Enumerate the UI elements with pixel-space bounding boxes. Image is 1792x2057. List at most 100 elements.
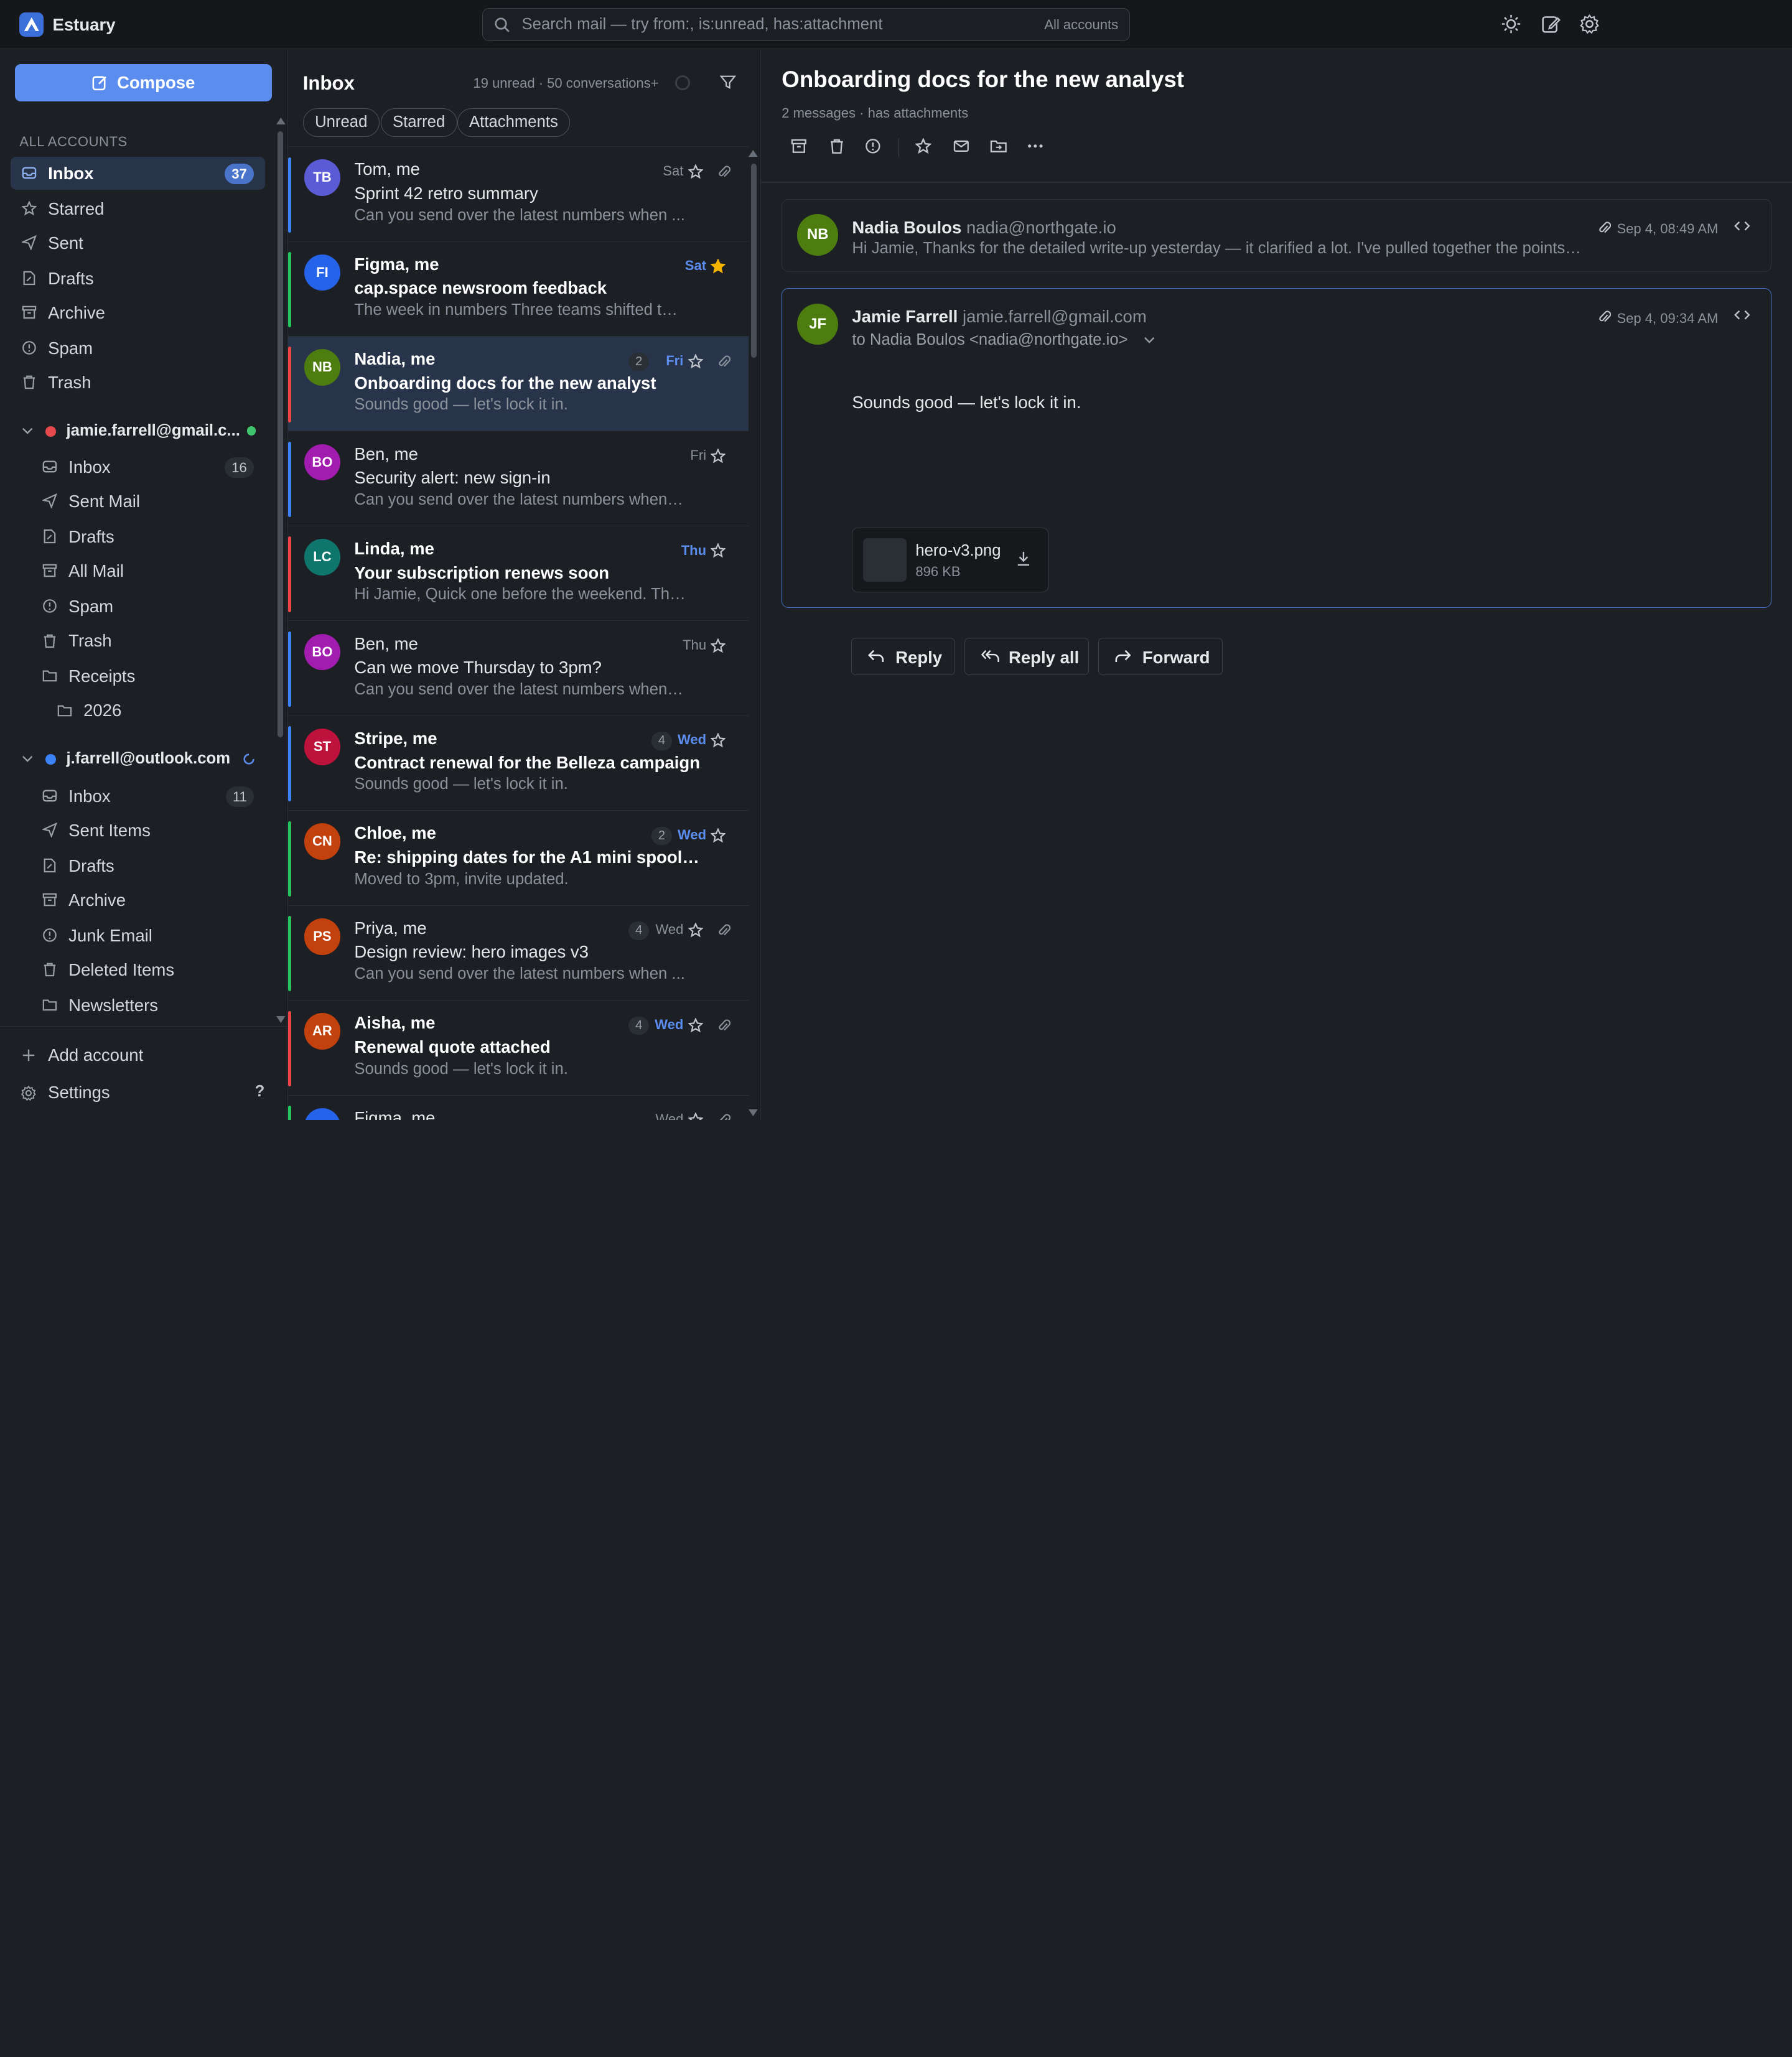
compose-button[interactable]: Compose [14, 63, 273, 102]
sidebar-item-outlook-junk[interactable]: Junk Email [11, 919, 266, 952]
filter-chip-unread[interactable]: Unread [302, 108, 380, 138]
inbox-icon [42, 790, 57, 802]
message-row[interactable]: TB Tom, me Sprint 42 retro summary Can you … [287, 147, 749, 242]
star-icon[interactable] [711, 733, 726, 748]
sidebar-item-label: Drafts [68, 856, 114, 875]
list-title: Inbox [302, 72, 355, 94]
message-row[interactable]: BO Ben, me Security alert: new sign-in Can … [287, 431, 749, 526]
attachment-name: hero-v3.png [915, 541, 1001, 559]
sidebar-item-outlook-drafts[interactable]: Drafts [11, 849, 266, 882]
list-counts: 19 unread · 50 conversations+ [473, 75, 659, 91]
sidebar-item-gmail-spam[interactable]: Spam [11, 590, 266, 623]
message-row[interactable]: BO Ben, me Can we move Thursday to 3pm? Can… [287, 621, 749, 716]
sidebar-item-gmail-receipts[interactable]: Receipts [11, 660, 266, 693]
sidebar-item-trash[interactable]: Trash [11, 366, 266, 399]
forward-button[interactable]: Forward [1098, 637, 1223, 676]
archive-icon [42, 893, 57, 907]
message-row[interactable]: NB Nadia, me Onboarding docs for the new a… [287, 336, 749, 432]
sidebar-scrollbar[interactable] [278, 131, 284, 737]
sidebar-item-outlook-newsletters[interactable]: Newsletters [11, 989, 266, 1022]
sidebar-item-gmail-all-mail[interactable]: All Mail [11, 554, 266, 587]
spam-icon[interactable] [865, 138, 881, 154]
sidebar-item-outlook-inbox[interactable]: Inbox 11 [11, 780, 266, 813]
message-subject: Can we move Thursday to 3pm? [354, 658, 602, 678]
search-box[interactable]: All accounts [482, 7, 1131, 42]
paperclip-icon [718, 924, 730, 936]
sidebar-item-inbox[interactable]: Inbox 37 [10, 156, 266, 190]
sidebar-item-outlook-archive[interactable]: Archive [11, 884, 266, 917]
star-icon[interactable] [711, 828, 726, 843]
account-color-bar [287, 821, 292, 897]
star-icon[interactable] [711, 638, 726, 653]
message-from: Aisha, me [354, 1013, 436, 1033]
star-icon[interactable] [688, 1112, 703, 1120]
sidebar-item-gmail-2026[interactable]: 2026 [11, 694, 266, 727]
theme-toggle-icon[interactable] [1501, 14, 1521, 34]
syncing-spinner-icon [243, 753, 255, 765]
archive-icon[interactable] [791, 138, 807, 154]
message-collapsed[interactable]: NB Nadia Boulos nadia@northgate.io Hi Ja… [782, 198, 1771, 273]
compose-icon[interactable] [1541, 14, 1561, 34]
scroll-down-icon[interactable] [749, 1109, 758, 1117]
account-color-bar [287, 441, 292, 518]
sidebar-item-spam[interactable]: Spam [11, 332, 266, 365]
message-row[interactable]: LC Linda, me Your subscription renews soon… [287, 526, 749, 622]
recipients[interactable]: to Nadia Boulos <nadia@northgate.io> [852, 331, 1155, 349]
message-row[interactable]: FI Figma, me cap.space newsroom feedback Th… [287, 242, 749, 337]
filter-chip-attachments[interactable]: Attachments [457, 108, 571, 138]
message-row[interactable]: AR Aisha, me Renewal quote attached Sounds … [287, 1001, 749, 1096]
mark-unread-icon[interactable] [953, 138, 969, 154]
sender-name: Nadia Boulos [852, 217, 962, 237]
help-button[interactable]: ? [255, 1083, 265, 1101]
message-subject: Security alert: new sign-in [354, 468, 551, 488]
star-icon[interactable] [688, 1017, 703, 1033]
sidebar-item-starred[interactable]: Starred [11, 192, 266, 225]
reply-button[interactable]: Reply [851, 637, 956, 676]
move-to-folder-icon[interactable] [990, 138, 1007, 154]
filter-chip-starred[interactable]: Starred [380, 108, 457, 138]
account-header-gmail[interactable]: jamie.farrell@gmail.c... [11, 415, 266, 448]
star-icon[interactable] [711, 448, 726, 464]
download-icon[interactable] [1016, 551, 1031, 567]
search-scope[interactable]: All accounts [1044, 17, 1118, 33]
scroll-up-icon[interactable] [749, 149, 758, 157]
star-icon[interactable] [688, 164, 703, 179]
account-header-outlook[interactable]: j.farrell@outlook.com [11, 743, 266, 776]
scroll-up-icon[interactable] [276, 118, 286, 125]
star-icon[interactable] [711, 543, 726, 558]
attachment-card[interactable]: hero-v3.png 896 KB [852, 527, 1049, 593]
sidebar-item-gmail-drafts[interactable]: Drafts [11, 520, 266, 553]
scroll-down-icon[interactable] [276, 1015, 286, 1023]
sidebar-item-outlook-deleted[interactable]: Deleted Items [11, 953, 266, 986]
list-scrollbar[interactable] [750, 163, 757, 358]
trash-icon[interactable] [829, 138, 845, 154]
message-date: Thu [683, 637, 707, 653]
folder-icon [57, 705, 72, 716]
more-icon[interactable] [1027, 144, 1043, 148]
sidebar-item-sent[interactable]: Sent [11, 226, 266, 259]
sidebar-item-drafts[interactable]: Drafts [11, 262, 266, 295]
settings-icon[interactable] [1579, 14, 1600, 34]
sidebar-item-gmail-sent[interactable]: Sent Mail [11, 485, 266, 518]
reply-all-button[interactable]: Reply all [964, 637, 1090, 676]
view-source-icon[interactable] [1734, 309, 1750, 320]
message-preview: Can you send over the latest numbers whe… [354, 206, 685, 224]
star-icon[interactable] [711, 259, 726, 274]
star-icon[interactable] [688, 353, 703, 369]
star-icon[interactable] [915, 138, 931, 154]
message-row[interactable]: Figma, me Wed [287, 1096, 749, 1120]
sidebar-item-archive[interactable]: Archive [11, 296, 266, 329]
message-row[interactable]: CN Chloe, me Re: shipping dates for the A1… [287, 811, 749, 906]
star-icon[interactable] [688, 923, 703, 938]
search-input[interactable] [521, 13, 1025, 36]
filter-icon[interactable] [720, 74, 736, 90]
sidebar-item-gmail-trash[interactable]: Trash [11, 624, 266, 657]
message-row[interactable]: ST Stripe, me Contract renewal for the Bel… [287, 716, 749, 811]
sidebar-item-gmail-inbox[interactable]: Inbox 16 [11, 450, 266, 483]
sidebar-item-label: Starred [48, 198, 105, 218]
archive-icon [22, 306, 37, 319]
message-row[interactable]: PS Priya, me Design review: hero images v3… [287, 906, 749, 1001]
view-source-icon[interactable] [1734, 220, 1750, 231]
paperclip-icon [718, 1019, 730, 1031]
sidebar-item-outlook-sent[interactable]: Sent Items [11, 814, 266, 847]
